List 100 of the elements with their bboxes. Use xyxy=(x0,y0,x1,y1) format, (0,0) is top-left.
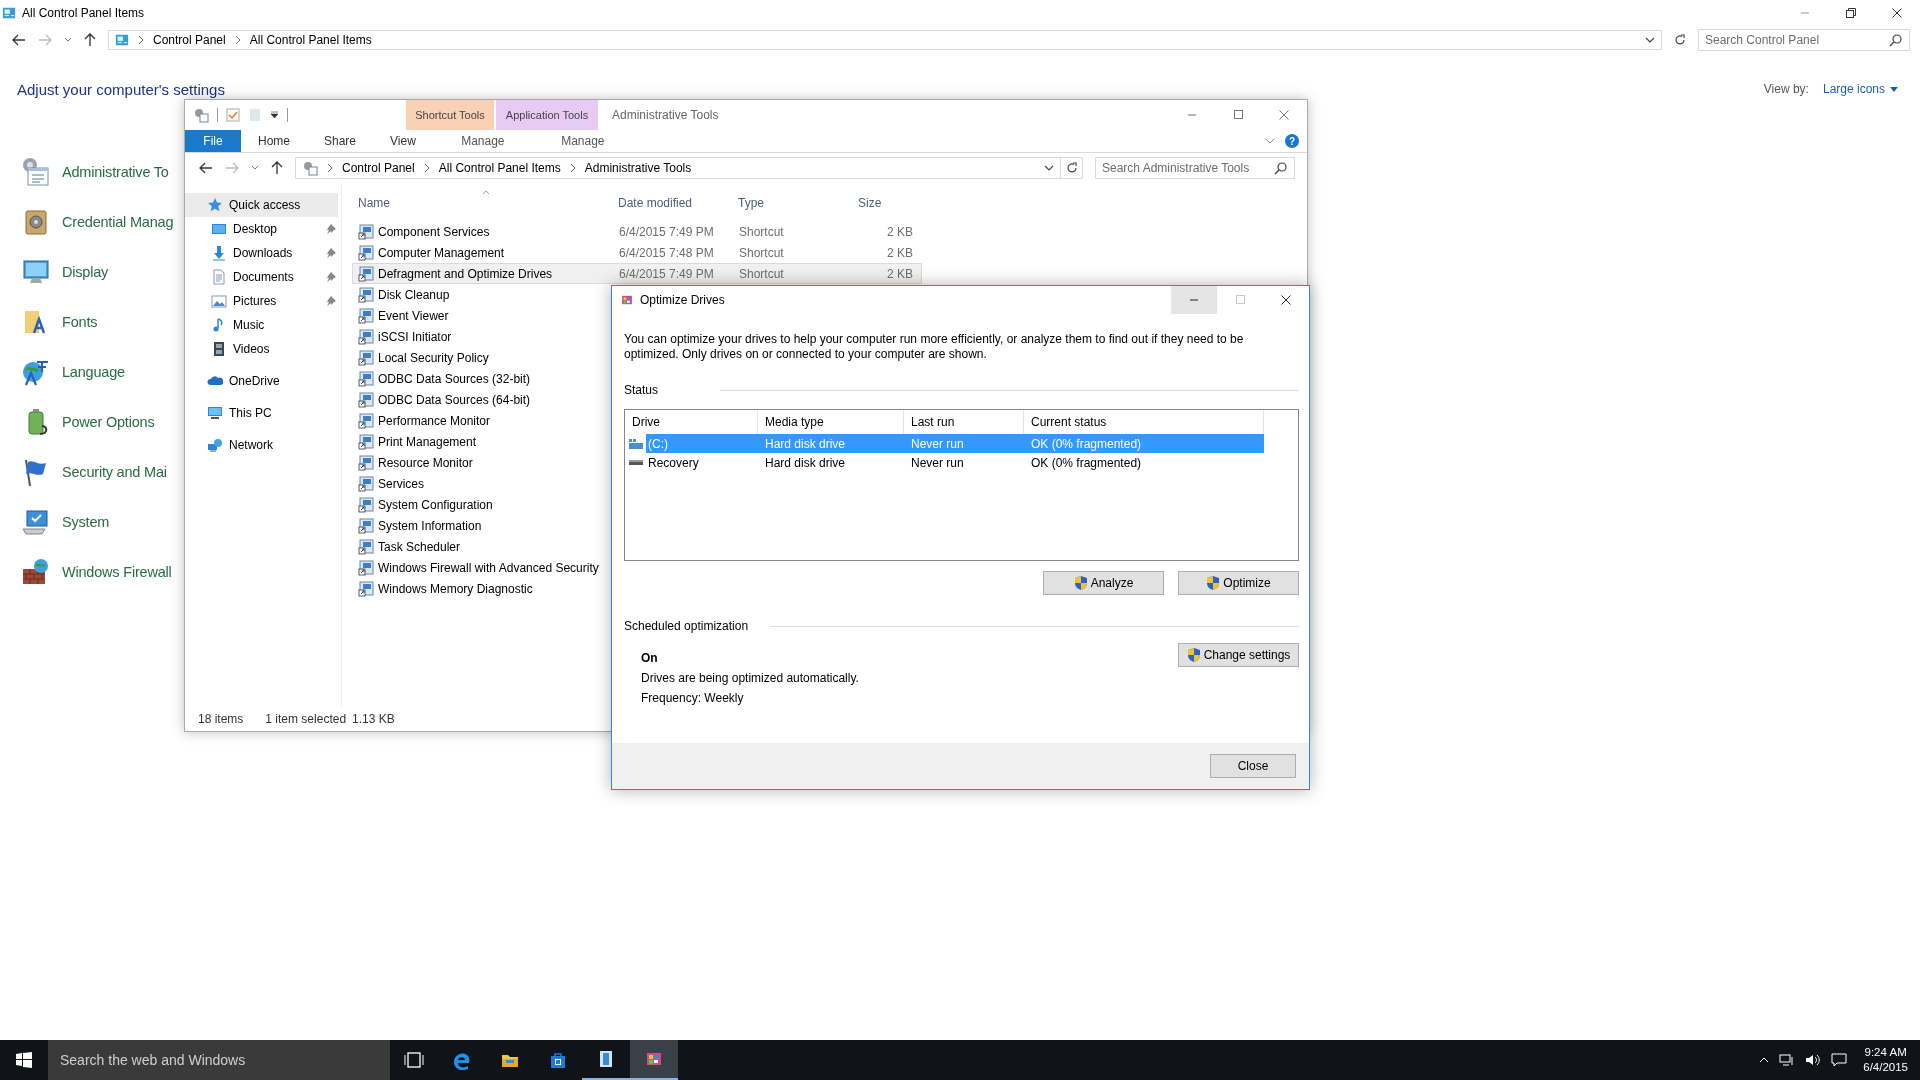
nav-item[interactable]: Desktop xyxy=(185,217,338,241)
control-panel-link[interactable]: Language xyxy=(62,364,125,380)
file-row[interactable]: Print Management xyxy=(352,431,482,452)
checkbox-icon[interactable] xyxy=(226,108,240,122)
file-row[interactable]: Local Security Policy xyxy=(352,347,494,368)
breadcrumb-item[interactable]: Control Panel xyxy=(342,161,415,175)
ribbon-tab[interactable]: Home xyxy=(241,130,307,152)
properties-icon[interactable] xyxy=(193,107,209,123)
search-icon[interactable] xyxy=(1889,33,1903,47)
recent-dropdown-icon[interactable] xyxy=(64,37,72,43)
notification-icon[interactable] xyxy=(1831,1053,1848,1067)
search-field[interactable]: Search Administrative Tools xyxy=(1095,157,1295,179)
drive-row[interactable]: Recovery Hard disk drive Never run OK (0% fragmented) xyxy=(646,453,1264,472)
back-arrow-icon[interactable] xyxy=(199,162,213,174)
refresh-icon[interactable] xyxy=(1065,162,1078,174)
file-row[interactable]: Services xyxy=(352,473,429,494)
column-header[interactable]: Type xyxy=(732,195,852,210)
ribbon-tab[interactable]: Share xyxy=(307,130,374,152)
file-row[interactable]: Event Viewer xyxy=(352,305,454,326)
nav-item-label: Downloads xyxy=(233,246,293,260)
nav-item[interactable]: This PC xyxy=(185,401,338,425)
file-row[interactable]: Task Scheduler xyxy=(352,536,466,557)
file-row[interactable]: Windows Memory Diagnostic xyxy=(352,578,538,599)
dropdown-icon[interactable] xyxy=(1044,164,1054,172)
nav-item[interactable]: Network xyxy=(185,433,338,457)
nav-item[interactable]: Videos xyxy=(185,337,338,361)
file-row[interactable]: Resource Monitor xyxy=(352,452,478,473)
file-row[interactable]: Component Services 6/4/2015 7:49 PM Shortcut 2 KB xyxy=(352,221,922,242)
up-arrow-icon[interactable] xyxy=(271,161,283,175)
search-icon[interactable] xyxy=(1274,161,1288,175)
file-row[interactable]: ODBC Data Sources (32-bit) xyxy=(352,368,536,389)
file-row[interactable]: iSCSI Initiator xyxy=(352,326,457,347)
control-panel-link[interactable]: Fonts xyxy=(62,314,98,330)
close-icon[interactable] xyxy=(1891,6,1903,19)
pin-icon[interactable] xyxy=(326,296,336,306)
breadcrumb-item[interactable]: Administrative Tools xyxy=(584,161,692,175)
nav-item[interactable]: Quick access xyxy=(185,193,338,217)
pin-icon[interactable] xyxy=(326,248,336,258)
control-panel-link[interactable]: Power Options xyxy=(62,414,155,430)
tools-document-icon[interactable] xyxy=(20,156,52,188)
file-name: Windows Memory Diagnostic xyxy=(378,581,533,596)
close-button[interactable] xyxy=(1280,294,1292,306)
file-row[interactable]: Disk Cleanup xyxy=(352,284,455,305)
start-button[interactable] xyxy=(16,1052,32,1068)
ribbon-tab[interactable]: Manage xyxy=(532,130,633,152)
pin-icon[interactable] xyxy=(326,224,336,234)
recent-dropdown-icon[interactable] xyxy=(251,165,259,171)
clock-time[interactable]: 9:24 AM xyxy=(1864,1045,1907,1060)
control-panel-link[interactable]: Windows Firewall xyxy=(62,564,172,580)
control-panel-link[interactable]: Display xyxy=(62,264,109,280)
network-icon[interactable] xyxy=(1779,1053,1796,1067)
pin-icon[interactable] xyxy=(326,272,336,282)
close-button[interactable]: Close xyxy=(1210,754,1296,778)
dropdown-icon[interactable] xyxy=(1645,36,1655,44)
file-name: ODBC Data Sources (64-bit) xyxy=(378,392,531,407)
nav-item[interactable]: Documents xyxy=(185,265,338,289)
up-arrow-icon[interactable] xyxy=(84,33,96,47)
breadcrumb-item[interactable]: All Control Panel Items xyxy=(438,161,561,175)
drive-name: (C:) xyxy=(648,436,668,451)
ribbon-tab[interactable]: Manage xyxy=(432,130,533,152)
nav-item[interactable]: Music xyxy=(185,313,338,337)
refresh-icon[interactable] xyxy=(1674,34,1686,46)
file-row[interactable]: Windows Firewall with Advanced Security xyxy=(352,557,604,578)
change-settings-button[interactable]: Change settings xyxy=(1178,643,1299,667)
back-arrow-icon[interactable] xyxy=(12,34,26,46)
column-header[interactable]: Size xyxy=(852,195,912,210)
search-field[interactable]: Search the web and Windows xyxy=(48,1040,390,1080)
restore-icon[interactable] xyxy=(1845,6,1857,19)
breadcrumb-item[interactable]: All Control Panel Items xyxy=(249,33,372,47)
nav-item[interactable]: Downloads xyxy=(185,241,338,265)
view-by-dropdown[interactable]: Large icons xyxy=(1822,82,1898,96)
volume-icon[interactable] xyxy=(1805,1053,1822,1067)
file-row[interactable]: System Information xyxy=(352,515,487,536)
control-panel-link[interactable]: Credential Manag xyxy=(62,214,174,230)
address-bar[interactable]: Control Panel All Control Panel Items xyxy=(108,30,1662,50)
column-header[interactable]: Date modified xyxy=(612,195,732,210)
column-header[interactable]: Name xyxy=(352,195,612,210)
maximize-icon[interactable] xyxy=(1232,109,1244,121)
customize-dropdown-icon[interactable] xyxy=(270,111,279,119)
file-row[interactable]: Computer Management 6/4/2015 7:48 PM Shortcut 2 KB xyxy=(352,242,922,263)
clock-date[interactable]: 6/4/2015 xyxy=(1863,1060,1908,1075)
control-panel-link[interactable]: Administrative To xyxy=(62,164,169,180)
file-row[interactable]: Defragment and Optimize Drives 6/4/2015 7:49 PM Shortcut 2 KB xyxy=(352,263,922,284)
file-row[interactable]: System Configuration xyxy=(352,494,498,515)
file-row[interactable]: Performance Monitor xyxy=(352,410,496,431)
file-row[interactable]: ODBC Data Sources (64-bit) xyxy=(352,389,536,410)
control-panel-link[interactable]: Security and Mai xyxy=(62,464,167,480)
nav-item[interactable]: OneDrive xyxy=(185,369,338,393)
breadcrumb-item[interactable]: Control Panel xyxy=(153,33,226,47)
nav-item[interactable]: Pictures xyxy=(185,289,338,313)
help-button[interactable]: ? xyxy=(1285,134,1299,148)
action-button[interactable]: Analyze xyxy=(1043,571,1164,595)
shortcut-icon xyxy=(358,244,374,261)
control-panel-link[interactable]: System xyxy=(62,514,110,530)
ribbon-tab[interactable]: View xyxy=(373,130,433,152)
action-button[interactable]: Optimize xyxy=(1178,571,1299,595)
expand-ribbon-icon[interactable] xyxy=(1265,138,1275,144)
address-bar[interactable]: Control Panel All Control Panel Items Administrative Tools xyxy=(295,157,1061,179)
chevron-up-icon[interactable] xyxy=(1759,1057,1770,1063)
search-field[interactable]: Search Control Panel xyxy=(1698,29,1910,51)
